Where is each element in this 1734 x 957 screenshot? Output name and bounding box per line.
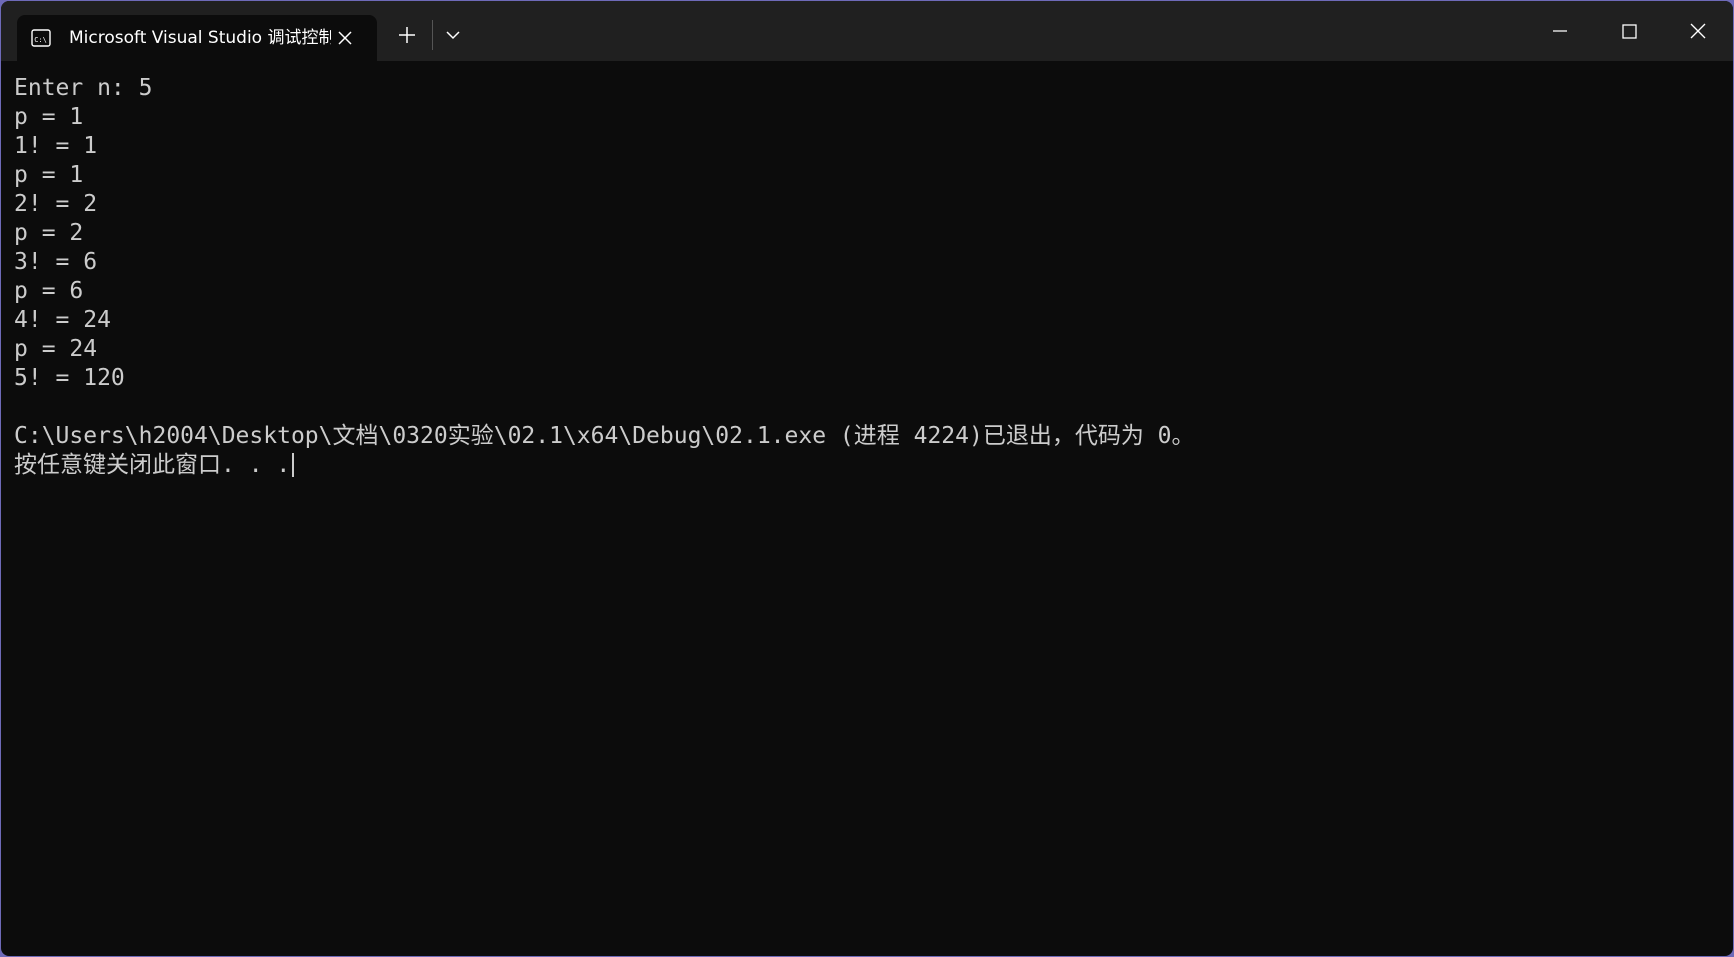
console-line: 5! = 120 <box>14 365 125 391</box>
console-line: 按任意键关闭此窗口. . . <box>14 452 291 478</box>
console-line: p = 1 <box>14 104 84 130</box>
console-line: p = 2 <box>14 220 84 246</box>
console-line: Enter n: 5 <box>14 75 153 101</box>
chevron-down-icon[interactable] <box>439 21 467 49</box>
maximize-icon <box>1622 24 1637 39</box>
minimize-icon <box>1553 30 1567 32</box>
title-bar: C:\ Microsoft Visual Studio 调试控制台 <box>1 1 1733 61</box>
close-window-button[interactable] <box>1666 1 1730 61</box>
close-icon <box>1690 23 1706 39</box>
console-output[interactable]: Enter n: 5 p = 1 1! = 1 p = 1 2! = 2 p =… <box>14 74 1724 948</box>
console-line: 3! = 6 <box>14 249 98 275</box>
text-cursor <box>292 453 295 477</box>
tab-title: Microsoft Visual Studio 调试控制台 <box>69 28 331 48</box>
terminal-window: C:\ Microsoft Visual Studio 调试控制台 Enter … <box>1 1 1733 956</box>
console-line: p = 24 <box>14 336 98 362</box>
console-icon: C:\ <box>31 29 51 47</box>
new-tab-icon[interactable] <box>393 21 421 49</box>
console-line: p = 1 <box>14 162 84 188</box>
minimize-button[interactable] <box>1528 1 1592 61</box>
tab-debug-console[interactable]: C:\ Microsoft Visual Studio 调试控制台 <box>17 15 377 61</box>
svg-text:C:\: C:\ <box>34 36 47 44</box>
console-line: 2! = 2 <box>14 191 98 217</box>
console-line: p = 6 <box>14 278 84 304</box>
close-tab-icon[interactable] <box>331 24 359 52</box>
maximize-button[interactable] <box>1597 1 1661 61</box>
console-prompt-line: 按任意键关闭此窗口. . . <box>14 451 295 479</box>
console-line: 1! = 1 <box>14 133 98 159</box>
console-line: 4! = 24 <box>14 307 111 333</box>
tab-divider <box>432 20 433 50</box>
console-line: C:\Users\h2004\Desktop\文档\0320实验\02.1\x6… <box>14 423 1195 449</box>
